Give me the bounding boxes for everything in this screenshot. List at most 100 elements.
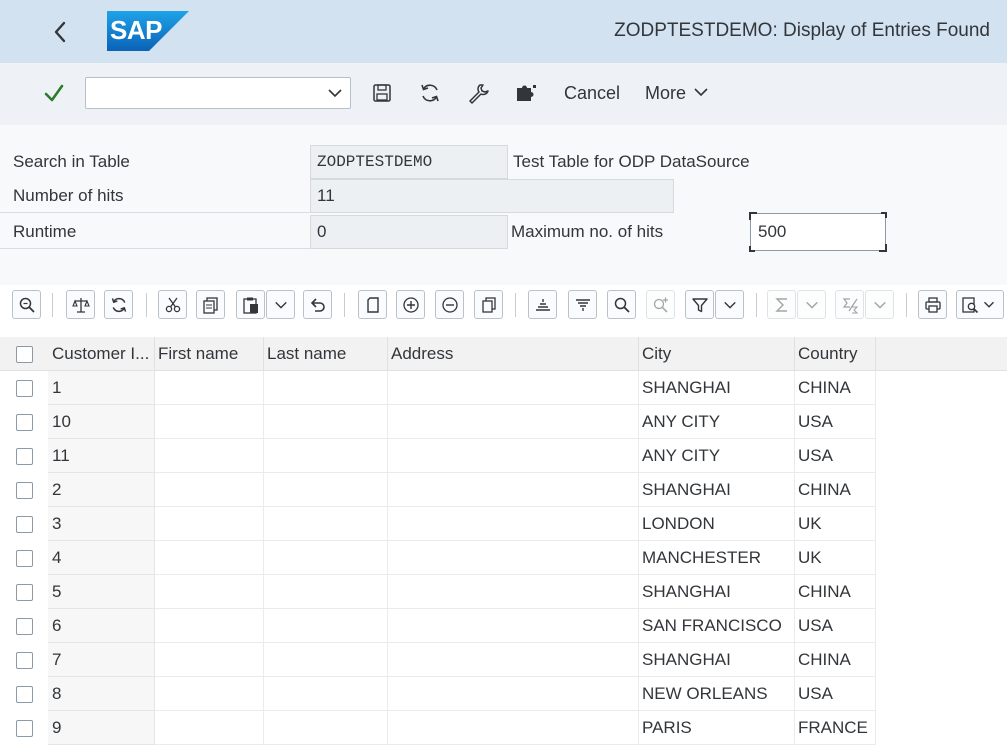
column-header-first-name[interactable]: First name <box>155 337 264 371</box>
cell-address[interactable] <box>388 473 639 507</box>
refresh-button[interactable] <box>415 78 445 108</box>
table-row[interactable]: 4 MANCHESTER UK <box>0 541 1007 575</box>
cell-first-name[interactable] <box>155 609 264 643</box>
cell-city[interactable]: SAN FRANCISCO <box>639 609 795 643</box>
table-row[interactable]: 6 SAN FRANCISCO USA <box>0 609 1007 643</box>
cell-first-name[interactable] <box>155 711 264 745</box>
cell-country[interactable]: CHINA <box>795 473 876 507</box>
cell-address[interactable] <box>388 711 639 745</box>
filter-button[interactable] <box>685 290 714 319</box>
row-checkbox[interactable] <box>15 651 33 669</box>
grid-refresh-button[interactable] <box>104 290 133 319</box>
row-selector[interactable] <box>0 643 48 677</box>
column-header-address[interactable]: Address <box>388 337 639 371</box>
table-row[interactable]: 8 NEW ORLEANS USA <box>0 677 1007 711</box>
cell-address[interactable] <box>388 405 639 439</box>
cell-customer-id[interactable]: 7 <box>48 643 155 677</box>
command-input[interactable] <box>86 78 316 108</box>
cell-customer-id[interactable]: 2 <box>48 473 155 507</box>
cell-country[interactable]: FRANCE <box>795 711 876 745</box>
cell-customer-id[interactable]: 11 <box>48 439 155 473</box>
cell-country[interactable]: USA <box>795 439 876 473</box>
table-row[interactable]: 11 ANY CITY USA <box>0 439 1007 473</box>
row-checkbox[interactable] <box>15 549 33 567</box>
cell-last-name[interactable] <box>264 643 388 677</box>
cell-last-name[interactable] <box>264 371 388 405</box>
table-row[interactable]: 10 ANY CITY USA <box>0 405 1007 439</box>
cell-last-name[interactable] <box>264 575 388 609</box>
row-checkbox[interactable] <box>15 413 33 431</box>
row-selector[interactable] <box>0 473 48 507</box>
cell-city[interactable]: LONDON <box>639 507 795 541</box>
column-header-customer-id[interactable]: Customer I... <box>48 337 155 371</box>
cell-country[interactable]: USA <box>795 609 876 643</box>
cell-first-name[interactable] <box>155 643 264 677</box>
row-selector[interactable] <box>0 677 48 711</box>
cell-country[interactable]: CHINA <box>795 575 876 609</box>
new-entry-button[interactable] <box>358 290 387 319</box>
cell-last-name[interactable] <box>264 507 388 541</box>
cell-customer-id[interactable]: 9 <box>48 711 155 745</box>
cell-customer-id[interactable]: 10 <box>48 405 155 439</box>
duplicate-row-button[interactable] <box>474 290 503 319</box>
cell-first-name[interactable] <box>155 541 264 575</box>
find-button[interactable] <box>607 290 636 319</box>
cancel-button[interactable]: Cancel <box>564 83 620 104</box>
cell-city[interactable]: SHANGHAI <box>639 575 795 609</box>
row-checkbox[interactable] <box>15 379 33 397</box>
cell-city[interactable]: ANY CITY <box>639 405 795 439</box>
cell-country[interactable]: UK <box>795 541 876 575</box>
back-button[interactable] <box>44 14 76 50</box>
cell-address[interactable] <box>388 371 639 405</box>
column-header-last-name[interactable]: Last name <box>264 337 388 371</box>
column-header-country[interactable]: Country <box>795 337 876 371</box>
cell-last-name[interactable] <box>264 405 388 439</box>
filter-menu-button[interactable] <box>715 290 744 319</box>
insert-row-button[interactable] <box>396 290 425 319</box>
row-selector[interactable] <box>0 541 48 575</box>
cell-first-name[interactable] <box>155 439 264 473</box>
row-checkbox[interactable] <box>15 447 33 465</box>
cell-customer-id[interactable]: 1 <box>48 371 155 405</box>
table-row[interactable]: 9 PARIS FRANCE <box>0 711 1007 745</box>
total-button[interactable] <box>767 290 796 319</box>
copy-button[interactable] <box>196 290 225 319</box>
cell-customer-id[interactable]: 6 <box>48 609 155 643</box>
select-all-checkbox[interactable] <box>15 345 33 363</box>
sort-ascending-button[interactable] <box>528 290 557 319</box>
cell-customer-id[interactable]: 5 <box>48 575 155 609</box>
more-button[interactable]: More <box>645 83 709 104</box>
row-checkbox[interactable] <box>15 515 33 533</box>
cell-address[interactable] <box>388 609 639 643</box>
cell-country[interactable]: USA <box>795 677 876 711</box>
cell-first-name[interactable] <box>155 575 264 609</box>
cell-address[interactable] <box>388 575 639 609</box>
cell-first-name[interactable] <box>155 677 264 711</box>
cell-last-name[interactable] <box>264 439 388 473</box>
maxhits-input[interactable] <box>751 214 885 250</box>
total-menu-button[interactable] <box>797 290 826 319</box>
cell-last-name[interactable] <box>264 711 388 745</box>
table-row[interactable]: 1 SHANGHAI CHINA <box>0 371 1007 405</box>
row-selector[interactable] <box>0 439 48 473</box>
cell-city[interactable]: SHANGHAI <box>639 473 795 507</box>
details-button[interactable] <box>12 290 41 319</box>
cut-button[interactable] <box>158 290 187 319</box>
check-button[interactable] <box>66 290 95 319</box>
column-header-city[interactable]: City <box>639 337 795 371</box>
cell-last-name[interactable] <box>264 677 388 711</box>
cell-city[interactable]: MANCHESTER <box>639 541 795 575</box>
command-field[interactable] <box>85 77 351 109</box>
cell-city[interactable]: SHANGHAI <box>639 371 795 405</box>
cell-first-name[interactable] <box>155 405 264 439</box>
cell-last-name[interactable] <box>264 609 388 643</box>
cell-first-name[interactable] <box>155 473 264 507</box>
table-row[interactable]: 7 SHANGHAI CHINA <box>0 643 1007 677</box>
cell-country[interactable]: UK <box>795 507 876 541</box>
paste-menu-button[interactable] <box>266 290 295 319</box>
cell-customer-id[interactable]: 3 <box>48 507 155 541</box>
print-button[interactable] <box>918 290 947 319</box>
row-checkbox[interactable] <box>15 685 33 703</box>
row-selector[interactable] <box>0 711 48 745</box>
settings-button[interactable] <box>463 78 493 108</box>
